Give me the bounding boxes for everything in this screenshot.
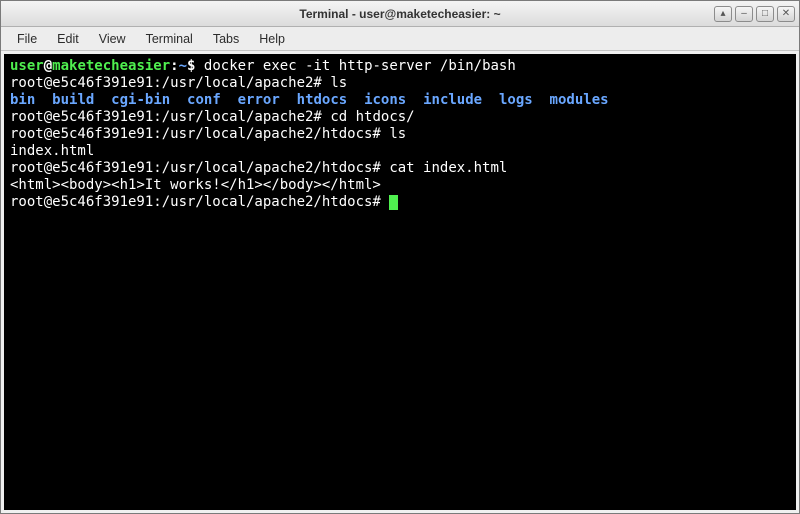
menu-terminal[interactable]: Terminal (136, 30, 203, 48)
close-button[interactable]: ✕ (777, 6, 795, 22)
ls-dir: logs (499, 92, 533, 108)
command-1: docker exec -it http-server /bin/bash (204, 58, 516, 74)
ls-dir: icons (364, 92, 406, 108)
terminal-window: Terminal - user@maketecheasier: ~ ▴ – □ … (0, 0, 800, 514)
prompt-user: user (10, 58, 44, 74)
cursor (389, 195, 398, 210)
ls-dir: build (52, 92, 94, 108)
menu-edit[interactable]: Edit (47, 30, 89, 48)
container-prompt-2: root@e5c46f391e91:/usr/local/apache2# (10, 109, 322, 125)
cat-output: <html><body><h1>It works!</h1></body></h… (10, 177, 381, 193)
window-title: Terminal - user@maketecheasier: ~ (1, 7, 799, 21)
ls-dir: bin (10, 92, 35, 108)
ls-dir: error (238, 92, 280, 108)
terminal-output[interactable]: user@maketecheasier:~$ docker exec -it h… (4, 54, 796, 510)
container-prompt-5: root@e5c46f391e91:/usr/local/apache2/htd… (10, 194, 381, 210)
container-prompt-4: root@e5c46f391e91:/usr/local/apache2/htd… (10, 160, 381, 176)
command-4: ls (389, 126, 406, 142)
minimize-button[interactable]: – (735, 6, 753, 22)
ls-dir: cgi-bin (111, 92, 170, 108)
shade-button[interactable]: ▴ (714, 6, 732, 22)
ls-dir: conf (187, 92, 221, 108)
ls-dir: htdocs (297, 92, 348, 108)
menubar: File Edit View Terminal Tabs Help (1, 27, 799, 51)
prompt-host: maketecheasier (52, 58, 170, 74)
container-prompt-3: root@e5c46f391e91:/usr/local/apache2/htd… (10, 126, 381, 142)
maximize-button[interactable]: □ (756, 6, 774, 22)
window-buttons: ▴ – □ ✕ (714, 6, 795, 22)
command-5: cat index.html (389, 160, 507, 176)
menu-file[interactable]: File (7, 30, 47, 48)
ls-dir: include (423, 92, 482, 108)
prompt-sigil: $ (187, 58, 195, 74)
command-2: ls (330, 75, 347, 91)
menu-help[interactable]: Help (249, 30, 295, 48)
titlebar[interactable]: Terminal - user@maketecheasier: ~ ▴ – □ … (1, 1, 799, 27)
ls-dir: modules (550, 92, 609, 108)
menu-view[interactable]: View (89, 30, 136, 48)
menu-tabs[interactable]: Tabs (203, 30, 249, 48)
command-3: cd htdocs/ (330, 109, 414, 125)
prompt-path: ~ (179, 58, 187, 74)
ls-output-2: index.html (10, 143, 94, 159)
container-prompt-1: root@e5c46f391e91:/usr/local/apache2# (10, 75, 322, 91)
